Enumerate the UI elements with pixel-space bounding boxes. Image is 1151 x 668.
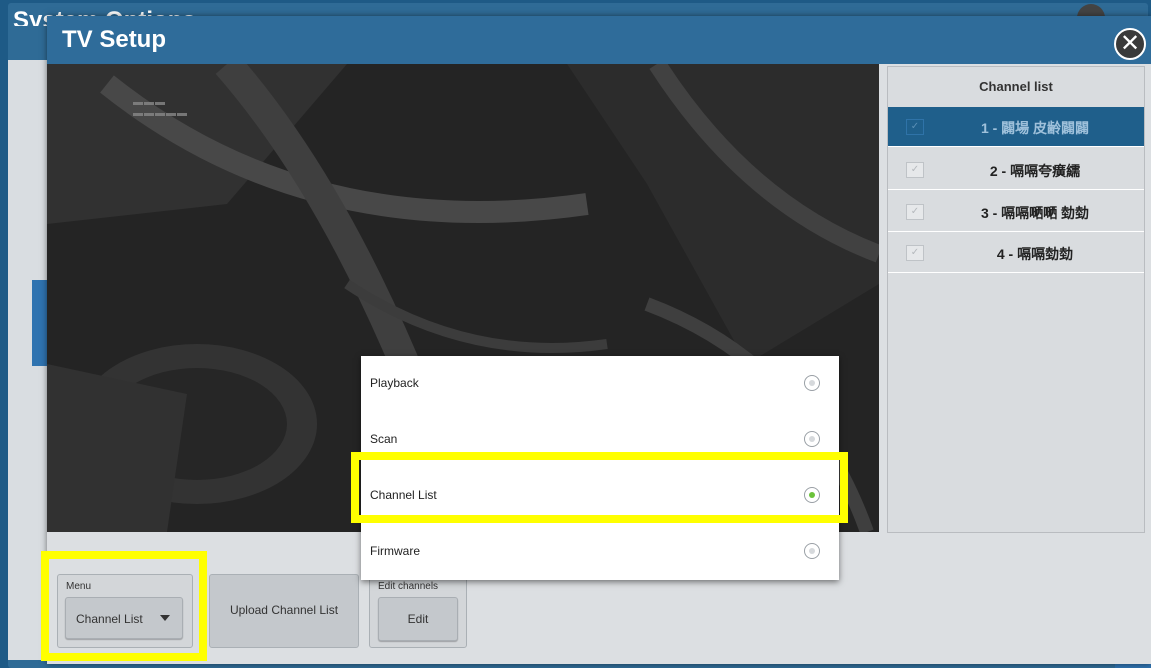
edit-button[interactable]: Edit	[378, 597, 458, 641]
popup-option-label: Channel List	[370, 488, 437, 502]
channel-item[interactable]: ✓ 2 - 嗝嗝夸癀繻	[888, 150, 1144, 190]
channel-label: 3 - 嗝嗝嗮嗮 勎勎	[980, 205, 1090, 221]
channel-label: 1 - 闢場 皮齢闢闢	[980, 120, 1090, 136]
chevron-down-icon	[160, 615, 170, 621]
popup-option-playback[interactable]: Playback	[361, 356, 839, 412]
checkbox-icon[interactable]: ✓	[906, 119, 924, 135]
channel-item[interactable]: ✓ 1 - 闢場 皮齢闢闢	[888, 107, 1144, 147]
upload-channel-list-button[interactable]: Upload Channel List	[209, 574, 359, 648]
checkbox-icon[interactable]: ✓	[906, 245, 924, 261]
edit-channels-caption: Edit channels	[378, 581, 439, 592]
menu-caption: Menu	[66, 581, 92, 592]
menu-dropdown[interactable]: Channel List	[65, 597, 183, 639]
popup-option-firmware[interactable]: Firmware	[361, 524, 839, 580]
popup-option-label: Playback	[370, 376, 419, 390]
dialog-header: TV Setup ✕	[47, 16, 1151, 64]
checkbox-icon[interactable]: ✓	[906, 204, 924, 220]
popup-option-channel-list[interactable]: Channel List	[361, 468, 839, 524]
checkbox-icon[interactable]: ✓	[906, 162, 924, 178]
radio-icon[interactable]	[804, 543, 820, 559]
menu-popup: Playback Scan Channel List Firmware	[361, 356, 839, 580]
channel-list-panel: Channel list ✓ 1 - 闢場 皮齢闢闢 ✓ 2 - 嗝嗝夸癀繻 ✓…	[887, 66, 1145, 533]
popup-option-label: Scan	[370, 432, 398, 446]
radio-icon[interactable]	[804, 431, 820, 447]
dialog-title: TV Setup	[62, 26, 167, 53]
channel-item[interactable]: ✓ 3 - 嗝嗝嗮嗮 勎勎	[888, 192, 1144, 232]
background-sidebar-selected	[32, 280, 48, 366]
channel-item[interactable]: ✓ 4 - 嗝嗝勎勎	[888, 233, 1144, 273]
radio-selected-icon[interactable]	[804, 487, 820, 503]
channel-list-title: Channel list	[979, 79, 1053, 94]
edit-button-label: Edit	[407, 612, 429, 626]
menu-group: Menu Channel List	[57, 574, 193, 648]
upload-channel-list-label: Upload Channel List	[229, 603, 339, 617]
radio-icon[interactable]	[804, 375, 820, 391]
channel-label: 4 - 嗝嗝勎勎	[996, 246, 1074, 262]
video-watermark: ▬▬▬ ▬▬▬▬▬	[133, 97, 188, 119]
edit-channels-group: Edit channels Edit	[369, 574, 467, 648]
menu-dropdown-value: Channel List	[76, 612, 143, 626]
close-icon[interactable]: ✕	[1114, 28, 1146, 60]
popup-option-scan[interactable]: Scan	[361, 412, 839, 468]
channel-label: 2 - 嗝嗝夸癀繻	[989, 163, 1081, 179]
popup-option-label: Firmware	[370, 544, 420, 558]
